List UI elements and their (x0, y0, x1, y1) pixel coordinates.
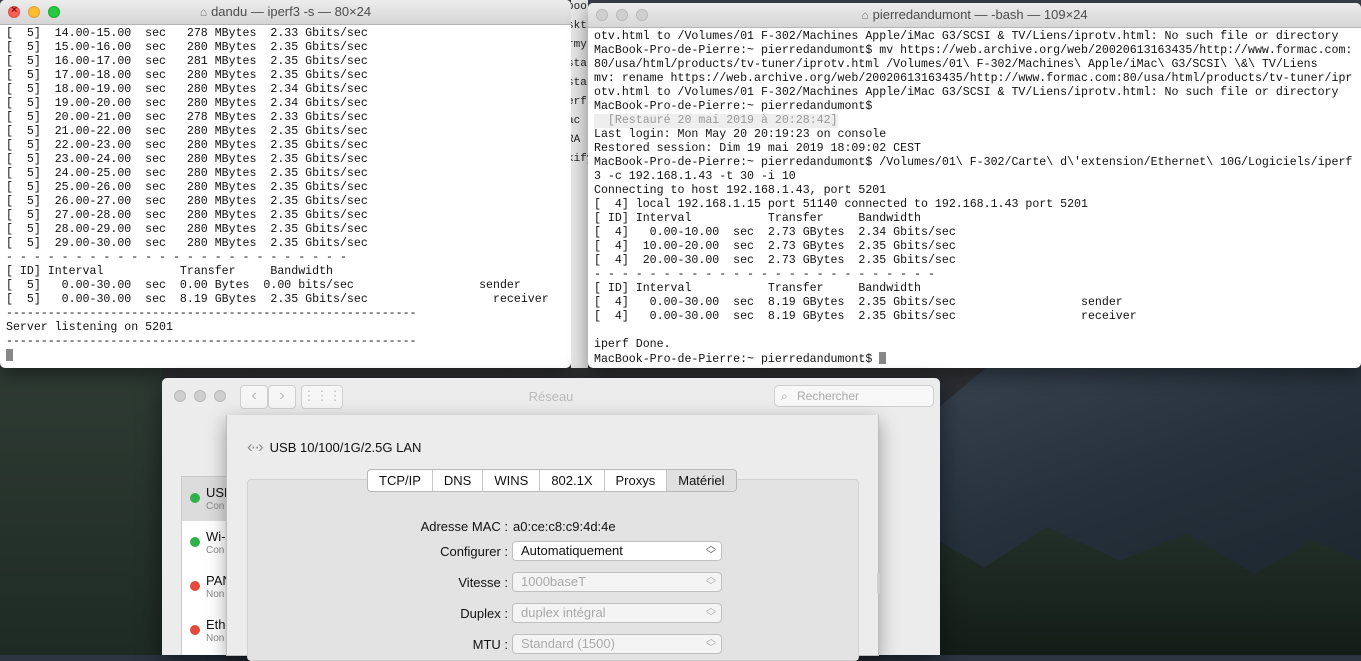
background-window-text: sta (571, 58, 587, 70)
terminal-window-client[interactable]: ⌂ pierredandumont — -bash — 109×24 otv.ht… (588, 3, 1361, 368)
updown-chevron-icon: ︿ ﹀ (706, 634, 716, 654)
background-window-text: RA (571, 134, 581, 146)
duplex-popup[interactable]: duplex intégral ︿ ﹀ (512, 603, 722, 623)
duplex-row: Duplex : duplex intégral ︿ ﹀ (248, 603, 858, 625)
ethernet-icon: ‹··› (247, 437, 264, 456)
tab-bar: TCP/IP DNS WINS 802.1X Proxys Matériel (367, 469, 737, 492)
background-window-text: ac (571, 115, 581, 127)
terminal-titlebar[interactable]: ⌂ pierredandumont — -bash — 109×24 (588, 3, 1361, 28)
advanced-settings-sheet[interactable]: ‹··› USB 10/100/1G/2.5G LAN TCP/IP DNS W… (226, 415, 879, 661)
tab-tcpip[interactable]: TCP/IP (368, 470, 433, 491)
search-field[interactable]: ⌕ Rechercher (774, 385, 934, 407)
mac-address-value: a0:ce:c8:c9:4d:4e (513, 519, 616, 534)
mtu-row: MTU : Standard (1500) ︿ ﹀ (248, 634, 858, 656)
configure-popup[interactable]: Automatiquement ︿ ﹀ (512, 541, 722, 561)
mac-address-row: Adresse MAC : a0:ce:c8:c9:4d:4e (248, 516, 858, 538)
tab-8021x[interactable]: 802.1X (540, 470, 605, 491)
speed-popup[interactable]: 1000baseT ︿ ﹀ (512, 572, 722, 592)
terminal-output[interactable]: otv.html to /Volumes/01 F-302/Machines A… (588, 28, 1361, 367)
duplex-label: Duplex : (460, 606, 508, 621)
terminal-titlebar[interactable]: ⌂dandu — iperf3 -s — 80×24 (0, 0, 571, 25)
shell-prompt: MacBook-Pro-de-Pierre:~ pierredandumont$ (594, 353, 880, 366)
service-name: Wi- (206, 529, 226, 544)
speed-label: Vitesse : (458, 575, 508, 590)
service-status: Con (206, 545, 225, 556)
home-folder-icon: ⌂ (199, 5, 208, 19)
background-window-text: erf (571, 96, 587, 108)
interface-name: USB 10/100/1G/2.5G LAN (269, 439, 422, 455)
mac-address-label: Adresse MAC : (420, 519, 508, 534)
mtu-label: MTU : (472, 637, 508, 652)
text-cursor (6, 349, 13, 361)
updown-chevron-icon: ︿ ﹀ (706, 603, 716, 623)
service-status: Con (206, 501, 225, 512)
background-window-text: rmy (571, 39, 587, 51)
background-window-text: sta (571, 77, 587, 89)
background-window-text: skt (571, 20, 587, 32)
status-dot (190, 581, 200, 591)
status-dot (190, 625, 200, 635)
window-title: ⌂ pierredandumont — -bash — 109×24 (861, 7, 1088, 22)
window-title: ⌂ dandu — iperf3 -s — 80×24 (199, 4, 372, 19)
updown-chevron-icon: ︿ ﹀ (706, 541, 716, 561)
wallpaper-trees-left (0, 368, 162, 655)
background-popup-edge (877, 573, 880, 593)
interface-header: ‹··› USB 10/100/1G/2.5G LAN (247, 437, 421, 457)
tab-wins[interactable]: WINS (483, 470, 541, 491)
search-icon: ⌕ (781, 389, 788, 403)
updown-chevron-icon: ︿ ﹀ (706, 572, 716, 592)
background-window-strip: boot skt rmy sta sta erf ac RA kify (571, 0, 588, 368)
status-dot (190, 537, 200, 547)
terminal-output[interactable]: [ 5] 14.00-15.00 sec 278 MBytes 2.33 Gbi… (0, 25, 571, 364)
service-status: Non (206, 633, 225, 644)
speed-row: Vitesse : 1000baseT ︿ ﹀ (248, 572, 858, 594)
background-window-text: kify (571, 153, 588, 165)
tab-hardware[interactable]: Matériel (667, 470, 736, 491)
background-window-text: boot (571, 1, 588, 13)
home-folder-icon: ⌂ (861, 8, 869, 22)
text-cursor (879, 352, 887, 364)
terminal-window-server[interactable]: ⌂dandu — iperf3 -s — 80×24 [ 5] 14.00-15… (0, 0, 571, 368)
configure-label: Configurer : (440, 544, 508, 559)
tab-dns[interactable]: DNS (433, 470, 484, 491)
configure-row: Configurer : Automatiquement ︿ ﹀ (248, 541, 858, 563)
mtu-popup[interactable]: Standard (1500) ︿ ﹀ (512, 634, 722, 654)
restored-session-banner: [Restauré 20 mai 2019 à 20:28:42] (594, 114, 838, 128)
prefs-toolbar: ‹ › ⋮⋮⋮ Réseau ⌕ Rechercher (162, 378, 940, 416)
status-dot (190, 493, 200, 503)
hardware-panel: Adresse MAC : a0:ce:c8:c9:4d:4e Configur… (247, 479, 859, 661)
service-status: Non (206, 589, 225, 600)
tab-proxies[interactable]: Proxys (605, 470, 668, 491)
